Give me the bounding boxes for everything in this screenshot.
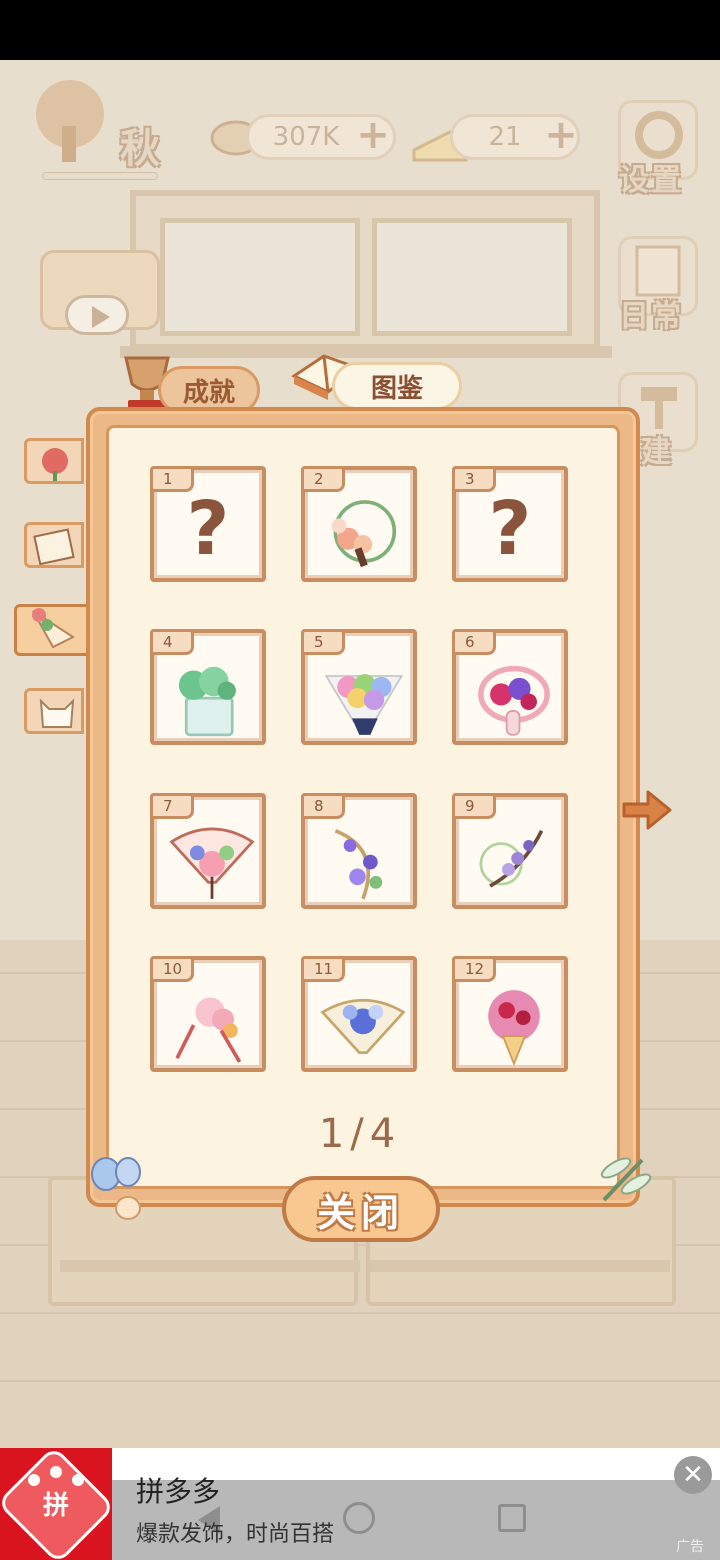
green-hydrangea-vase-icon: [178, 666, 236, 737]
settings-button[interactable]: 设置: [618, 100, 698, 198]
card-number: 2: [301, 466, 345, 492]
cat-video-button[interactable]: [40, 250, 160, 335]
question-mark-icon: ?: [186, 486, 230, 572]
question-mark-icon: ?: [488, 486, 532, 572]
tab-atlas[interactable]: 图鉴: [332, 362, 462, 410]
collection-card[interactable]: 5: [301, 629, 417, 745]
nav-home-icon[interactable]: [343, 1502, 375, 1534]
bouquet-icon: [32, 608, 76, 649]
photo-card-icon: [33, 528, 75, 566]
season-label: 秋: [120, 126, 162, 172]
collection-card[interactable]: 8: [301, 793, 417, 909]
cabinet-glass-right: [372, 218, 572, 336]
collection-card[interactable]: 11: [301, 956, 417, 1072]
cabinet-shelf: [120, 346, 612, 358]
butterfly-icon: [91, 1157, 141, 1220]
card-number: 4: [150, 629, 194, 655]
category-tab-cat[interactable]: [24, 688, 84, 734]
close-button[interactable]: 关闭: [282, 1176, 440, 1242]
tab-achievements-label: 成就: [182, 377, 235, 408]
display-cabinet: [130, 190, 600, 350]
ad-title: 拼多多: [136, 1475, 221, 1508]
collection-card[interactable]: 6: [452, 629, 568, 745]
table-shelf-right: [370, 1260, 670, 1272]
nav-recent-icon[interactable]: [498, 1504, 526, 1532]
tab-atlas-label: 图鉴: [370, 373, 423, 404]
card-number: 10: [150, 956, 194, 982]
ad-banner[interactable]: 拼 拼多多 爆款发饰，时尚百搭 ✕ 广告: [0, 1448, 720, 1560]
rose-icon: [42, 448, 68, 481]
collection-card[interactable]: 7: [150, 793, 266, 909]
pink-flower-basket-icon: [478, 665, 550, 736]
build-label: 建: [641, 435, 673, 470]
cat-head-icon: [39, 698, 75, 728]
floral-fan-icon: [169, 827, 255, 899]
season-progress: [42, 172, 158, 180]
collection-card[interactable]: 4: [150, 629, 266, 745]
play-icon: [65, 295, 129, 335]
daily-label: 日常: [619, 299, 683, 334]
season-badge[interactable]: 秋: [24, 76, 184, 180]
close-button-label: 关闭: [316, 1190, 405, 1235]
cheese-count: 21: [488, 122, 522, 152]
cabinet-glass-left: [160, 218, 360, 336]
pinduoduo-logo: 拼: [0, 1448, 112, 1560]
add-cheese-button[interactable]: +: [544, 115, 578, 155]
card-number: 12: [452, 956, 496, 982]
pink-hairpin-icon: [175, 997, 242, 1063]
category-tab-photo[interactable]: [24, 522, 84, 568]
card-number: 9: [452, 793, 496, 819]
peach-flower-wreath-icon: [331, 500, 397, 568]
status-bar: [0, 0, 720, 60]
ad-tag: 广告: [676, 1539, 704, 1555]
fish-count: 307K: [272, 122, 340, 152]
logo-text: 拼: [43, 1491, 69, 1521]
collection-card[interactable]: 1?: [150, 466, 266, 582]
ad-close-button[interactable]: ✕: [674, 1456, 712, 1494]
add-fish-button[interactable]: +: [356, 115, 390, 155]
card-number: 7: [150, 793, 194, 819]
pinduoduo-logo-icon: 拼: [2, 1451, 110, 1559]
card-number: 6: [452, 629, 496, 655]
dragonfly-icon: [600, 1157, 652, 1202]
card-number: 5: [301, 629, 345, 655]
category-tab-rose[interactable]: [24, 438, 84, 484]
game-scene: 秋 307K + 21 + 设置 日常 建 成就 图鉴 1 ? 2 3 ? 4 …: [0, 60, 720, 1448]
rose-ice-cream-icon: [488, 990, 540, 1067]
purple-berry-hoop-icon: [334, 829, 383, 900]
collection-card[interactable]: 3?: [452, 466, 568, 582]
daily-button[interactable]: 日常: [618, 236, 698, 334]
table-shelf-left: [60, 1260, 360, 1272]
wisteria-branch-icon: [479, 829, 544, 888]
blue-fan-bouquet-icon: [320, 998, 406, 1055]
card-number: 11: [301, 956, 345, 982]
settings-label: 设置: [619, 163, 683, 198]
collection-card[interactable]: 12: [452, 956, 568, 1072]
rainbow-bouquet-icon: [324, 674, 404, 735]
next-page-arrow-icon[interactable]: [618, 782, 674, 838]
tree-icon: [36, 80, 104, 162]
ad-description: 爆款发饰，时尚百搭: [136, 1522, 335, 1547]
card-number: 8: [301, 793, 345, 819]
collection-card[interactable]: 9: [452, 793, 568, 909]
collection-card[interactable]: 10: [150, 956, 266, 1072]
collection-card[interactable]: 2: [301, 466, 417, 582]
